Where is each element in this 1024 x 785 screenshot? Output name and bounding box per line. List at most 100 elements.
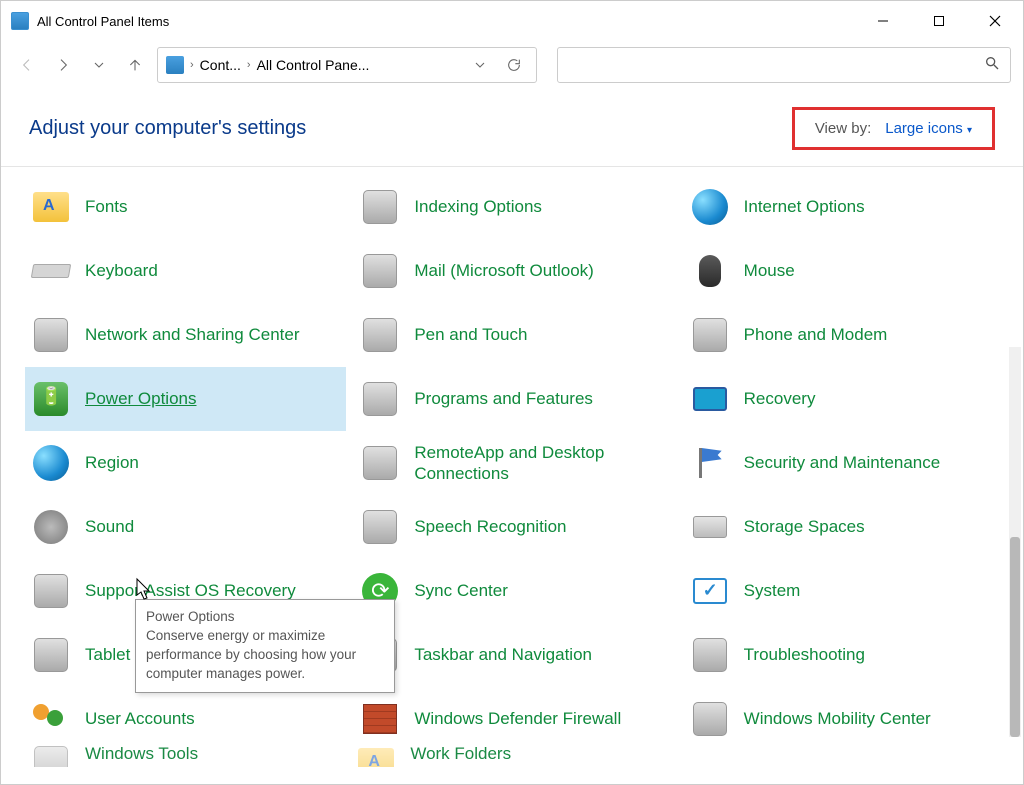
- item-indexing-options[interactable]: Indexing Options: [354, 175, 675, 239]
- chevron-right-icon: ›: [247, 59, 251, 71]
- view-by-highlight: View by: Large icons ▾: [792, 107, 995, 150]
- item-label: Windows Mobility Center: [744, 708, 931, 729]
- chevron-right-icon: ›: [190, 59, 194, 71]
- item-programs-and-features[interactable]: Programs and Features: [354, 367, 675, 431]
- programs-and-features-icon: [360, 379, 400, 419]
- item-label: Pen and Touch: [414, 324, 527, 345]
- tooltip-body: Conserve energy or maximize performance …: [146, 627, 384, 684]
- control-panel-icon: [166, 56, 184, 74]
- security-maintenance-icon: [690, 443, 730, 483]
- control-panel-icon: [11, 12, 29, 30]
- item-security-maintenance[interactable]: Security and Maintenance: [684, 431, 1005, 495]
- view-by-dropdown[interactable]: Large icons ▾: [885, 120, 972, 137]
- troubleshooting-icon: [690, 635, 730, 675]
- item-label: Speech Recognition: [414, 516, 566, 537]
- item-label: System: [744, 580, 801, 601]
- item-label: Storage Spaces: [744, 516, 865, 537]
- item-system[interactable]: System: [684, 559, 1005, 623]
- recent-dropdown[interactable]: [85, 51, 113, 79]
- content-area: Fonts Indexing Options Internet Options Key…: [1, 167, 1023, 767]
- search-box[interactable]: [557, 47, 1011, 83]
- item-fonts[interactable]: Fonts: [25, 175, 346, 239]
- internet-options-icon: [690, 187, 730, 227]
- item-keyboard[interactable]: Keyboard: [25, 239, 346, 303]
- phone-modem-icon: [690, 315, 730, 355]
- item-recovery[interactable]: Recovery: [684, 367, 1005, 431]
- item-network-sharing-center[interactable]: Network and Sharing Center: [25, 303, 346, 367]
- item-sync-center[interactable]: ⟳Sync Center: [354, 559, 675, 623]
- item-region[interactable]: Region: [25, 431, 346, 495]
- close-button[interactable]: [967, 1, 1023, 41]
- item-label: Security and Maintenance: [744, 452, 941, 473]
- item-windows-tools[interactable]: Windows Tools: [25, 743, 342, 767]
- item-pen-and-touch[interactable]: Pen and Touch: [354, 303, 675, 367]
- sound-icon: [31, 507, 71, 547]
- storage-spaces-icon: [690, 507, 730, 547]
- item-windows-defender-firewall[interactable]: Windows Defender Firewall: [354, 687, 675, 751]
- header-row: Adjust your computer's settings View by:…: [1, 89, 1023, 167]
- item-label: User Accounts: [85, 708, 195, 729]
- item-label: Programs and Features: [414, 388, 593, 409]
- item-label: Indexing Options: [414, 196, 542, 217]
- item-work-folders[interactable]: Work Folders: [350, 743, 667, 767]
- address-dropdown[interactable]: [466, 51, 494, 79]
- address-bar[interactable]: › Cont... › All Control Pane...: [157, 47, 537, 83]
- system-icon: [690, 571, 730, 611]
- scrollbar-thumb[interactable]: [1010, 537, 1020, 737]
- windows-mobility-center-icon: [690, 699, 730, 739]
- item-phone-modem[interactable]: Phone and Modem: [684, 303, 1005, 367]
- pen-and-touch-icon: [360, 315, 400, 355]
- breadcrumb-part[interactable]: All Control Pane...: [257, 57, 370, 73]
- vertical-scrollbar[interactable]: [1009, 347, 1021, 737]
- item-label: Network and Sharing Center: [85, 324, 300, 345]
- forward-button[interactable]: [49, 51, 77, 79]
- tablet-pc-settings-icon: [31, 635, 71, 675]
- tooltip: Power Options Conserve energy or maximiz…: [135, 599, 395, 693]
- item-label: Power Options: [85, 388, 197, 409]
- view-by-label: View by:: [815, 120, 871, 137]
- item-windows-mobility-center[interactable]: Windows Mobility Center: [684, 687, 1005, 751]
- breadcrumb-part[interactable]: Cont...: [200, 57, 241, 73]
- item-internet-options[interactable]: Internet Options: [684, 175, 1005, 239]
- navbar: › Cont... › All Control Pane...: [1, 41, 1023, 89]
- item-label: Troubleshooting: [744, 644, 865, 665]
- item-sound[interactable]: Sound: [25, 495, 346, 559]
- item-label: Sound: [85, 516, 134, 537]
- titlebar: All Control Panel Items: [1, 1, 1023, 41]
- item-label: Recovery: [744, 388, 816, 409]
- refresh-button[interactable]: [500, 51, 528, 79]
- item-label: Sync Center: [414, 580, 508, 601]
- item-user-accounts[interactable]: User Accounts: [25, 687, 346, 751]
- minimize-button[interactable]: [855, 1, 911, 41]
- cutoff-row: Windows Tools Work Folders: [25, 743, 993, 767]
- keyboard-icon: [31, 251, 71, 291]
- item-troubleshooting[interactable]: Troubleshooting: [684, 623, 1005, 687]
- remoteapp-icon: [360, 443, 400, 483]
- item-taskbar-navigation[interactable]: Taskbar and Navigation: [354, 623, 675, 687]
- mail-icon: [360, 251, 400, 291]
- tooltip-title: Power Options: [146, 608, 384, 627]
- maximize-button[interactable]: [911, 1, 967, 41]
- recovery-icon: [690, 379, 730, 419]
- item-label: Fonts: [85, 196, 128, 217]
- mouse-icon: [690, 251, 730, 291]
- item-storage-spaces[interactable]: Storage Spaces: [684, 495, 1005, 559]
- region-icon: [31, 443, 71, 483]
- item-mail[interactable]: Mail (Microsoft Outlook): [354, 239, 675, 303]
- item-label: Mouse: [744, 260, 795, 281]
- network-sharing-center-icon: [31, 315, 71, 355]
- item-mouse[interactable]: Mouse: [684, 239, 1005, 303]
- up-button[interactable]: [121, 51, 149, 79]
- item-label: Phone and Modem: [744, 324, 888, 345]
- caret-down-icon: ▾: [967, 125, 972, 136]
- item-label: Region: [85, 452, 139, 473]
- windows-defender-firewall-icon: [360, 699, 400, 739]
- window-title: All Control Panel Items: [37, 14, 855, 29]
- item-power-options[interactable]: Power Options: [25, 367, 346, 431]
- supportassist-os-recovery-icon: [31, 571, 71, 611]
- back-button[interactable]: [13, 51, 41, 79]
- item-label: Taskbar and Navigation: [414, 644, 592, 665]
- fonts-icon: [31, 187, 71, 227]
- item-remoteapp[interactable]: RemoteApp and Desktop Connections: [354, 431, 675, 495]
- item-speech-recognition[interactable]: Speech Recognition: [354, 495, 675, 559]
